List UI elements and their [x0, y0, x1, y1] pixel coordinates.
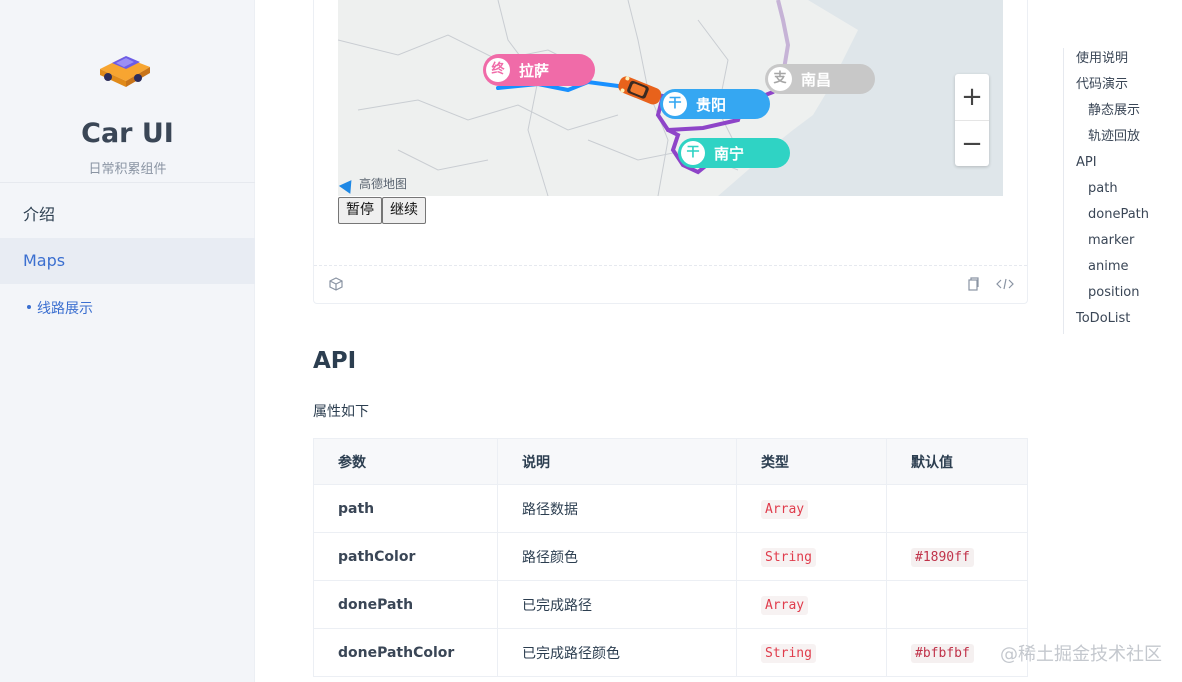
marker-label: 南宁	[714, 145, 745, 163]
param-default: #1890ff	[911, 547, 974, 567]
toc-item-marker[interactable]: marker	[1064, 230, 1182, 256]
param-type-cell: Array	[736, 580, 887, 629]
api-heading: API	[313, 348, 357, 374]
code-icon[interactable]	[996, 277, 1014, 293]
marker-tag-icon: 支	[768, 67, 792, 91]
toc-item-path[interactable]: path	[1064, 178, 1182, 204]
param-description: 已完成路径颜色	[497, 628, 737, 677]
sidebar-subitem-route-display[interactable]: 线路展示	[27, 298, 93, 318]
zoom-out-button[interactable]: −	[955, 120, 989, 166]
toc-item-anime[interactable]: anime	[1064, 256, 1182, 282]
toc-item-track-replay[interactable]: 轨迹回放	[1064, 126, 1182, 152]
toc-item-api[interactable]: API	[1064, 152, 1182, 178]
param-default-cell	[886, 580, 1028, 629]
column-header: 类型	[736, 438, 887, 485]
table-row: path 路径数据 Array	[313, 484, 1028, 533]
toc-item-donepath[interactable]: donePath	[1064, 204, 1182, 230]
sidebar-item-intro[interactable]: 介绍	[0, 192, 255, 238]
watermark: @稀土掘金技术社区	[1000, 644, 1162, 665]
resume-button[interactable]: 继续	[382, 197, 426, 224]
param-type: Array	[761, 595, 809, 615]
column-header: 参数	[313, 438, 498, 485]
map-logo-label: 高德地图	[359, 177, 408, 191]
marker-tag-icon: 干	[663, 92, 687, 116]
toc-item-code-demo[interactable]: 代码演示	[1064, 74, 1182, 100]
column-header: 默认值	[886, 438, 1028, 485]
sidebar-divider	[0, 182, 255, 183]
api-description: 属性如下	[313, 404, 369, 420]
car-marker-icon	[614, 74, 666, 110]
column-header: 说明	[497, 438, 737, 485]
param-name: pathColor	[313, 532, 498, 581]
param-type: String	[761, 547, 816, 567]
sidebar-item-maps[interactable]: Maps	[0, 238, 255, 284]
sidebar: Car UI 日常积累组件 介绍 Maps 线路展示	[0, 0, 255, 682]
car-logo-icon	[94, 45, 156, 89]
marker-label: 拉萨	[519, 62, 550, 80]
param-description: 已完成路径	[497, 580, 737, 629]
param-type: Array	[761, 499, 809, 519]
api-table: 参数 说明 类型 默认值 path 路径数据 Array pathColor 路…	[313, 438, 1028, 677]
param-type-cell: String	[736, 628, 887, 677]
codesandbox-icon[interactable]	[328, 277, 344, 293]
param-name: path	[313, 484, 498, 533]
table-row: donePath 已完成路径 Array	[313, 580, 1028, 629]
marker-nanning[interactable]: 干 南宁	[678, 138, 790, 168]
demo-divider	[314, 265, 1027, 266]
toc-item-todolist[interactable]: ToDoList	[1064, 308, 1182, 334]
marker-tag-icon: 干	[681, 141, 705, 165]
marker-guiyang[interactable]: 干 贵阳	[660, 89, 770, 119]
param-default: #bfbfbf	[911, 643, 974, 663]
table-header-row: 参数 说明 类型 默认值	[313, 438, 1028, 485]
marker-label: 贵阳	[696, 96, 727, 114]
param-type: String	[761, 643, 816, 663]
toc-item-position[interactable]: position	[1064, 282, 1182, 308]
marker-lhasa[interactable]: 终 拉萨	[483, 54, 595, 86]
param-description: 路径数据	[497, 484, 737, 533]
param-name: donePathColor	[313, 628, 498, 677]
param-default-cell: #1890ff	[886, 532, 1028, 581]
brand-title: Car UI	[81, 118, 174, 149]
table-of-contents: 使用说明 代码演示 静态展示 轨迹回放 API path donePath ma…	[1063, 48, 1182, 334]
toc-item-usage[interactable]: 使用说明	[1064, 48, 1182, 74]
param-default-cell	[886, 484, 1028, 533]
toc-item-static-display[interactable]: 静态展示	[1064, 100, 1182, 126]
pause-button[interactable]: 暂停	[338, 197, 382, 224]
map-zoom-control: + −	[955, 74, 989, 166]
copy-icon[interactable]	[965, 277, 981, 293]
marker-tag-icon: 终	[486, 58, 510, 82]
table-row: donePathColor 已完成路径颜色 String #bfbfbf	[313, 628, 1028, 677]
brand-subtitle: 日常积累组件	[88, 162, 167, 177]
map-logo[interactable]: 高德地图	[338, 175, 408, 194]
param-name: donePath	[313, 580, 498, 629]
table-row: pathColor 路径颜色 String #1890ff	[313, 532, 1028, 581]
zoom-in-button[interactable]: +	[955, 74, 989, 120]
marker-nanchang[interactable]: 支 南昌	[765, 64, 875, 94]
param-type-cell: Array	[736, 484, 887, 533]
param-description: 路径颜色	[497, 532, 737, 581]
amap-logo-icon	[338, 175, 358, 194]
sidebar-subitem-label: 线路展示	[37, 301, 93, 317]
param-type-cell: String	[736, 532, 887, 581]
bullet-icon	[27, 305, 31, 309]
marker-label: 南昌	[801, 71, 832, 89]
